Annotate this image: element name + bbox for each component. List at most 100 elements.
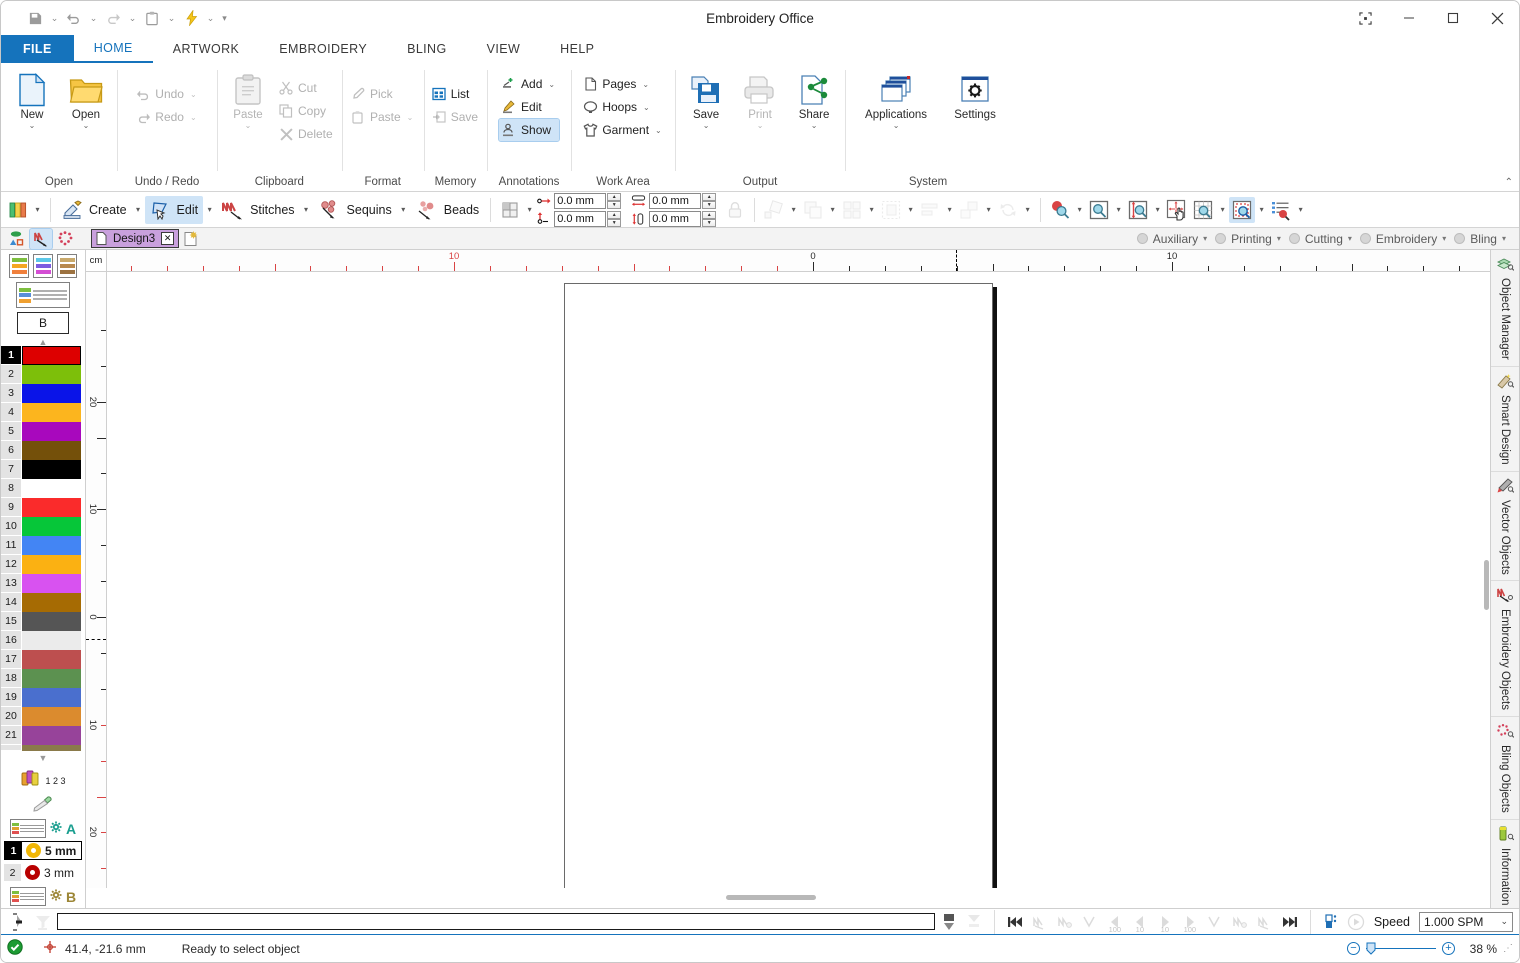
position-y-spinner[interactable]: ▲ ▼: [554, 210, 622, 227]
paste-caret-icon[interactable]: ⌄: [245, 122, 252, 130]
pages-caret-icon[interactable]: ⌄: [642, 80, 649, 89]
delete-command[interactable]: Delete: [276, 123, 337, 145]
qat-overflow-icon[interactable]: ▾: [218, 6, 231, 30]
garment-caret-icon[interactable]: ⌄: [655, 126, 662, 135]
palette-card-3[interactable]: [57, 254, 77, 278]
next-object-button[interactable]: [1229, 911, 1251, 933]
seek-end-handle-icon[interactable]: [938, 911, 960, 933]
redo-caret-icon[interactable]: ⌄: [190, 113, 197, 122]
dock-tab-embroidery-objects[interactable]: Embroidery Objects: [1491, 581, 1519, 718]
swatch-color[interactable]: [22, 479, 81, 498]
status-toggle-printing[interactable]: Printing ▾: [1212, 229, 1284, 248]
forward-10-button[interactable]: 10: [1154, 911, 1176, 934]
next-color-block-button[interactable]: [1254, 911, 1276, 933]
undo-command[interactable]: Undo ⌄: [133, 83, 200, 105]
reload-tool-icon[interactable]: [995, 197, 1021, 223]
prev-object-button[interactable]: [1054, 911, 1076, 933]
swatch-color[interactable]: [22, 726, 81, 745]
rotate-tool-icon[interactable]: [761, 197, 787, 223]
playback-dropdown-icon[interactable]: [963, 911, 985, 933]
swatch-color[interactable]: [22, 650, 81, 669]
save-memory-command[interactable]: Save: [429, 106, 482, 128]
swatch-color[interactable]: [22, 346, 81, 365]
swatch-row-14[interactable]: 14: [1, 593, 85, 612]
create-mode-button[interactable]: Create: [57, 196, 132, 224]
artwork-mode-icon[interactable]: [5, 229, 27, 249]
dock-tab-object-manager[interactable]: Object Manager: [1491, 250, 1519, 367]
swatch-color[interactable]: [22, 555, 81, 574]
applications-caret-icon[interactable]: ⌄: [893, 122, 900, 130]
edit-caret-icon[interactable]: ▾: [203, 196, 216, 224]
share-caret-icon[interactable]: ⌄: [811, 122, 818, 130]
bling-mode-icon[interactable]: [55, 229, 77, 249]
swatch-color[interactable]: [22, 612, 81, 631]
swatch-color[interactable]: [22, 384, 81, 403]
position-y-up-icon[interactable]: ▲: [607, 210, 622, 219]
swatch-color[interactable]: [22, 441, 81, 460]
select-all-icon[interactable]: [878, 197, 904, 223]
dock-tab-bling-objects[interactable]: Bling Objects: [1491, 717, 1519, 821]
back-100-button[interactable]: 100: [1104, 911, 1126, 934]
save-icon[interactable]: [23, 6, 47, 30]
embroidery-caret-icon[interactable]: ▾: [1442, 234, 1446, 243]
prev-stitch-group-button[interactable]: [1079, 911, 1101, 933]
save-output-button[interactable]: Save ⌄: [680, 69, 732, 130]
align-caret-icon[interactable]: ▾: [943, 196, 956, 224]
ribbon-tab-help[interactable]: HELP: [540, 35, 614, 63]
open-button[interactable]: Open ⌄: [60, 69, 112, 130]
design-canvas[interactable]: [107, 272, 1490, 888]
print-caret-icon[interactable]: ⌄: [757, 122, 764, 130]
status-toggle-auxiliary[interactable]: Auxiliary ▾: [1134, 229, 1210, 248]
needle-a1-row[interactable]: 1 5 mm: [4, 841, 82, 860]
swatch-color[interactable]: [22, 593, 81, 612]
canvas-horizontal-scroll-area[interactable]: [86, 888, 1490, 908]
simulate-icon[interactable]: [1320, 911, 1342, 933]
swatch-row-7[interactable]: 7: [1, 460, 85, 479]
zoom-height-caret-icon[interactable]: ▾: [1151, 196, 1164, 224]
speed-caret-icon[interactable]: ⌄: [1500, 916, 1508, 927]
document-tab-design3[interactable]: Design3 ✕: [91, 229, 180, 248]
save-caret-icon[interactable]: ⌄: [48, 6, 61, 30]
swatch-row-20[interactable]: 20: [1, 707, 85, 726]
swatch-row-6[interactable]: 6: [1, 441, 85, 460]
edit-mode-button[interactable]: Edit: [144, 195, 204, 224]
ribbon-tab-file[interactable]: FILE: [1, 35, 74, 63]
zoom-point-caret-icon[interactable]: ▾: [1073, 196, 1086, 224]
eyedropper-tool-icon[interactable]: [31, 795, 55, 816]
print-button[interactable]: Print ⌄: [734, 69, 786, 130]
share-button[interactable]: Share ⌄: [788, 69, 840, 130]
palette-card-1[interactable]: [9, 254, 29, 278]
dock-tab-information[interactable]: Information: [1491, 820, 1519, 913]
status-toggle-cutting[interactable]: Cutting ▾: [1286, 229, 1355, 248]
height-spinner[interactable]: ▲ ▼: [649, 210, 717, 227]
sequins-mode-button[interactable]: Sequins: [313, 196, 397, 224]
position-x-down-icon[interactable]: ▼: [607, 200, 622, 209]
position-x-input[interactable]: [554, 192, 607, 209]
zoom-selection-caret-icon[interactable]: ▾: [1255, 196, 1268, 224]
swatch-color[interactable]: [22, 498, 81, 517]
width-down-icon[interactable]: ▼: [702, 200, 717, 209]
zoom-height-icon[interactable]: [1125, 197, 1151, 223]
ribbon-tab-view[interactable]: VIEW: [467, 35, 541, 63]
create-caret-icon[interactable]: ▾: [132, 196, 145, 224]
select-all-caret-icon[interactable]: ▾: [904, 196, 917, 224]
auxiliary-caret-icon[interactable]: ▾: [1203, 234, 1207, 243]
swatch-row-16[interactable]: 16: [1, 631, 85, 650]
palette-card-2[interactable]: [33, 254, 53, 278]
height-down-icon[interactable]: ▼: [702, 218, 717, 227]
ribbon-tab-bling[interactable]: BLING: [387, 35, 467, 63]
resize-grip-icon[interactable]: ⋰: [1503, 943, 1513, 954]
undo-caret-icon[interactable]: ⌄: [87, 6, 100, 30]
design-page[interactable]: [564, 283, 993, 888]
dock-tab-smart-design[interactable]: Smart Design: [1491, 367, 1519, 472]
swatch-row-9[interactable]: 9: [1, 498, 85, 517]
zoom-point-icon[interactable]: [1047, 197, 1073, 223]
undo-caret-icon[interactable]: ⌄: [190, 90, 197, 99]
reload-caret-icon[interactable]: ▾: [1021, 196, 1034, 224]
add-annotation-caret-icon[interactable]: ⌄: [548, 80, 555, 89]
needle-a2-row[interactable]: 2 3 mm: [4, 863, 82, 882]
close-button[interactable]: [1475, 1, 1519, 35]
ribbon-tab-artwork[interactable]: ARTWORK: [153, 35, 259, 63]
paste-format-command[interactable]: Paste ⌄: [348, 106, 417, 128]
forward-100-button[interactable]: 100: [1179, 911, 1201, 934]
